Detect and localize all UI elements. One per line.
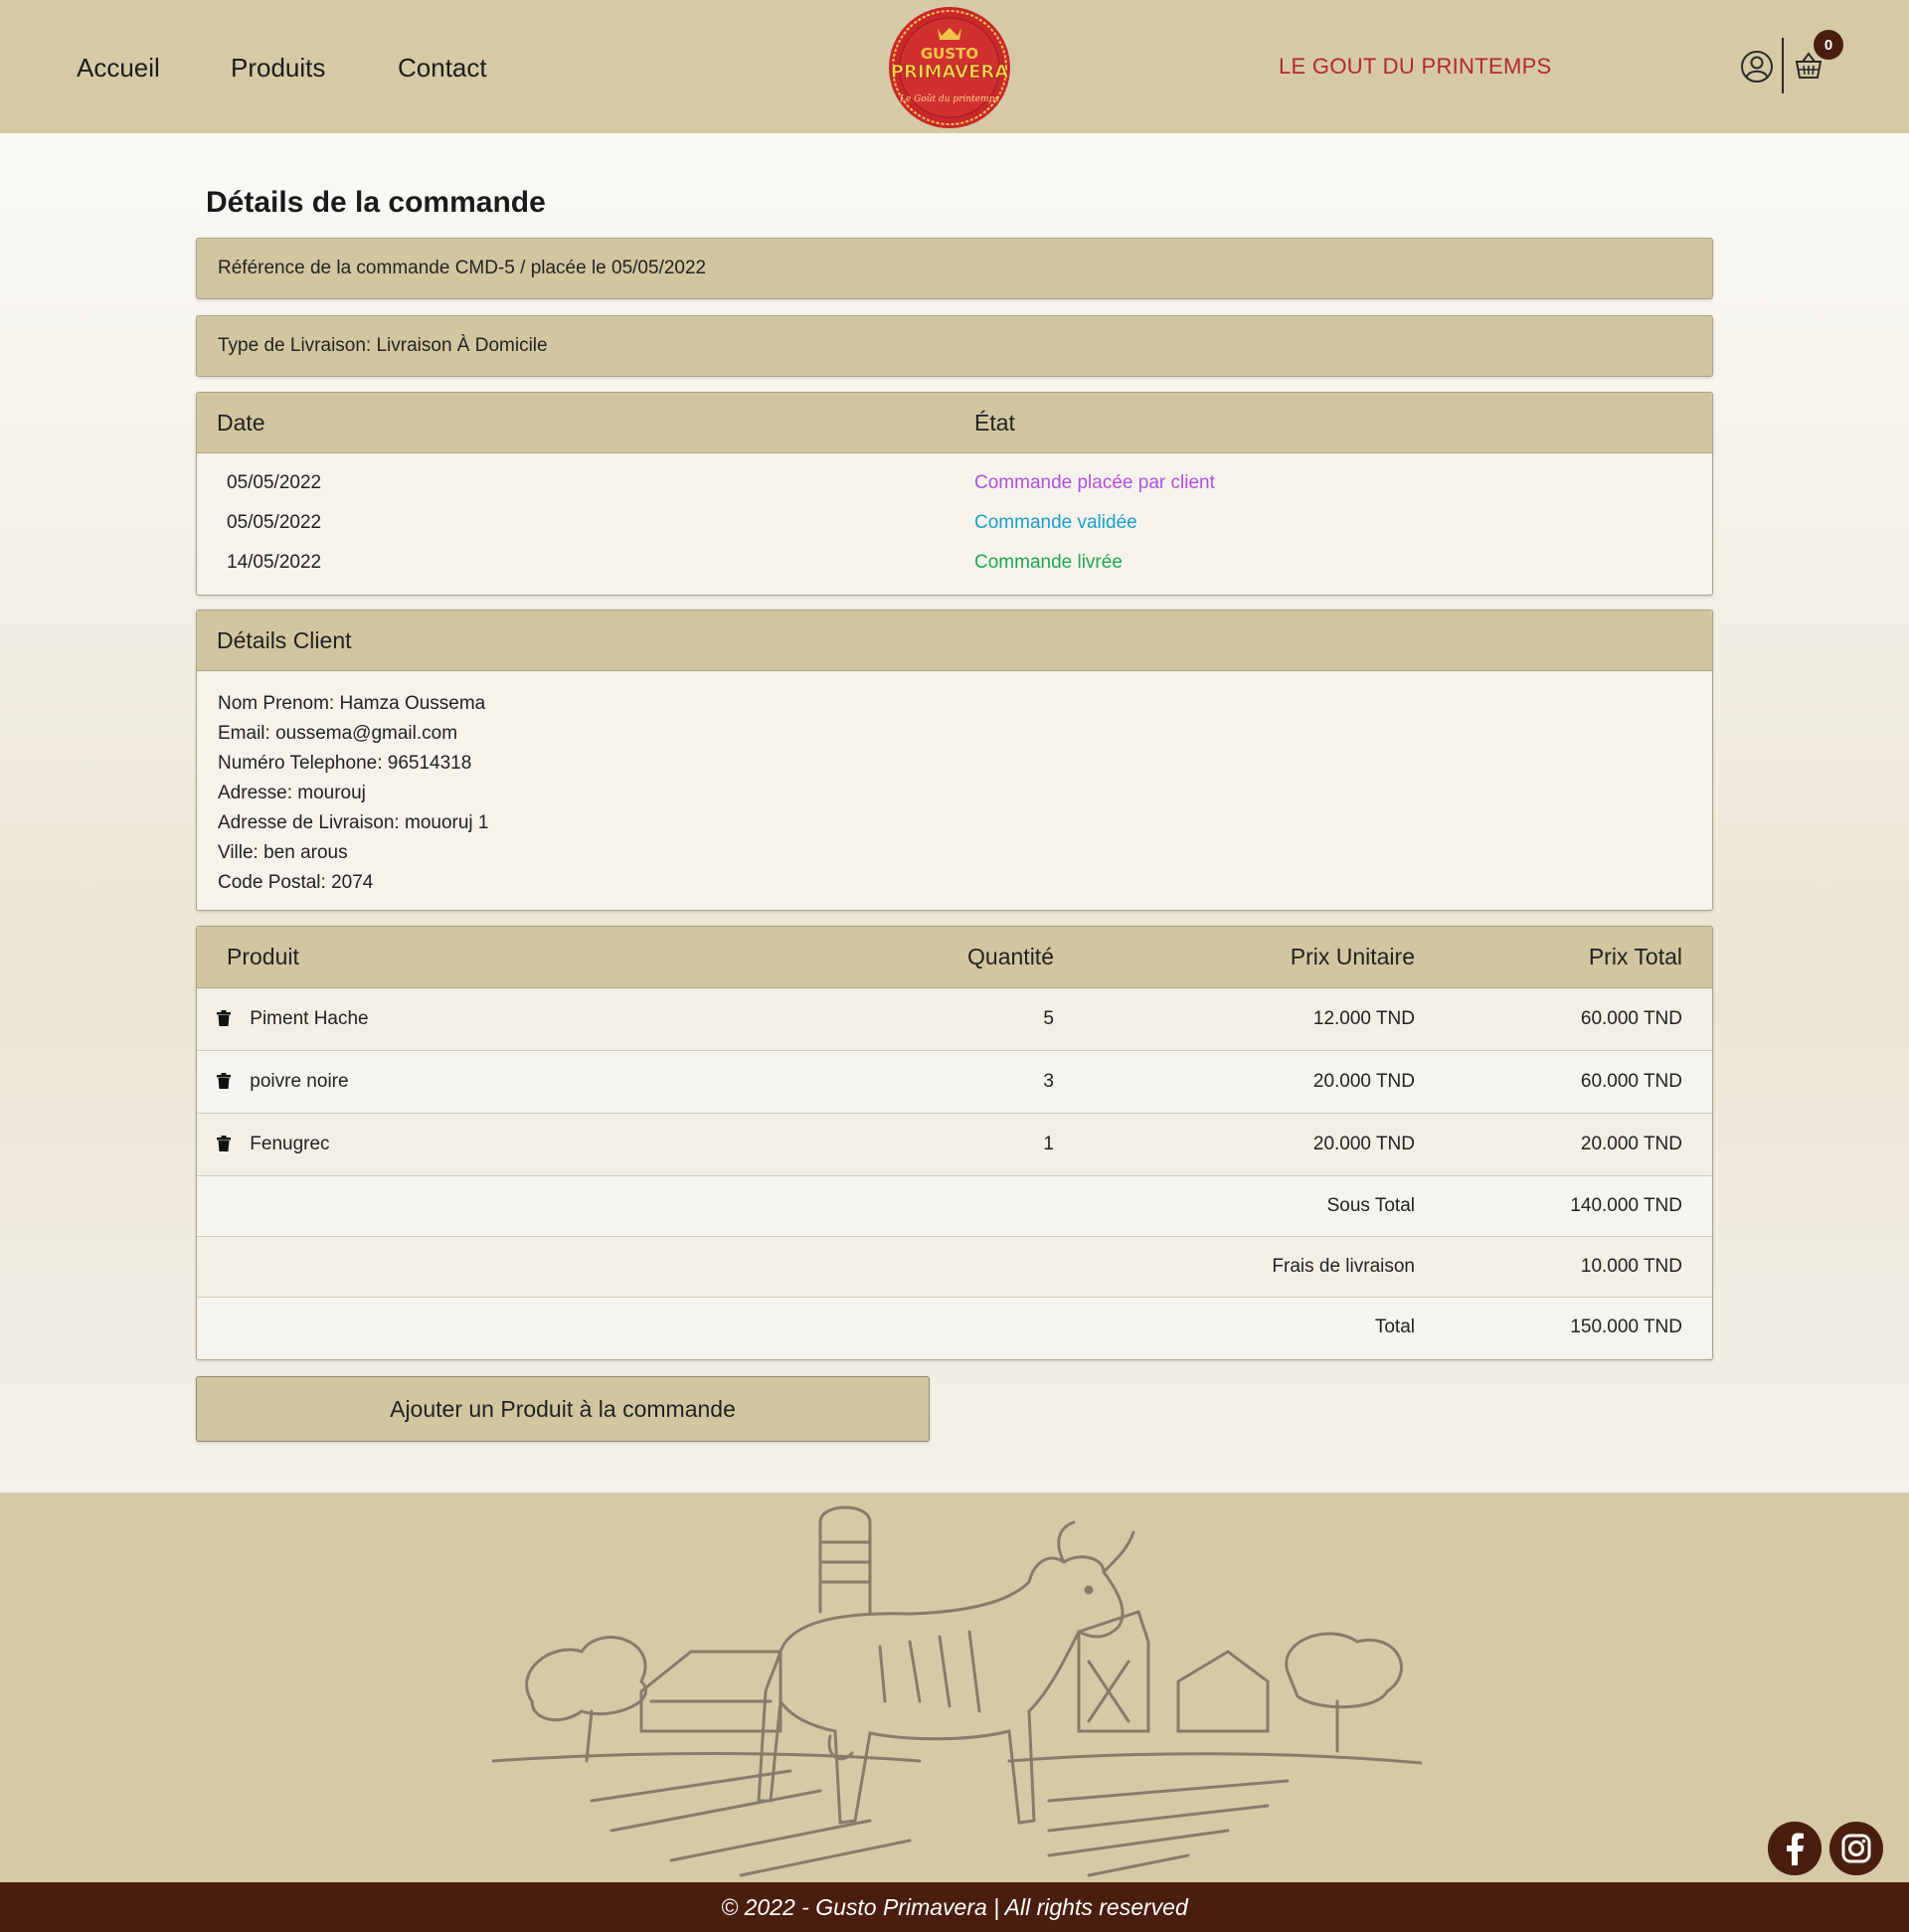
status-state: Commande validée (974, 512, 1137, 533)
products-table: Produit Quantité Prix Unitaire Prix Tota… (197, 927, 1712, 1357)
subtotal-value: 140.000 TND (1415, 1175, 1712, 1237)
status-list: 05/05/2022 Commande placée par client 05… (197, 453, 1712, 589)
product-qty: 5 (833, 987, 1054, 1051)
status-row: 14/05/2022 Commande livrée (197, 549, 1712, 589)
client-address: Adresse: mourouj (218, 783, 366, 803)
site-footer (0, 1493, 1909, 1882)
total-value: 150.000 TND (1415, 1297, 1712, 1357)
product-row: Piment Hache 5 12.000 TND 60.000 TND (197, 987, 1712, 1051)
product-qty: 1 (833, 1113, 1054, 1176)
client-phone: Numéro Telephone: 96514318 (218, 753, 472, 774)
page-title: Détails de la commande (206, 186, 546, 219)
order-details-page: Détails de la commande Référence de la c… (0, 133, 1909, 1493)
farm-cow-illustration (492, 1505, 1422, 1877)
status-date: 05/05/2022 (227, 472, 322, 493)
copyright-bar: © 2022 - Gusto Primavera | All rights re… (0, 1882, 1909, 1932)
add-product-button[interactable]: Ajouter un Produit à la commande (196, 1376, 930, 1442)
col-prix-unitaire: Prix Unitaire (1054, 927, 1415, 988)
nav-contact[interactable]: Contact (398, 52, 487, 84)
total-row: Total 150.000 TND (197, 1297, 1712, 1357)
shipping-value: 10.000 TND (1415, 1236, 1712, 1298)
product-unit-price: 20.000 TND (1054, 1113, 1415, 1176)
product-unit-price: 20.000 TND (1054, 1050, 1415, 1114)
status-date: 14/05/2022 (227, 552, 322, 573)
header-tagline: LE GOUT DU PRINTEMPS (1279, 54, 1552, 79)
nav-produits[interactable]: Produits (231, 52, 325, 84)
status-card-header: Date État (197, 393, 1712, 453)
product-unit-price: 12.000 TND (1054, 987, 1415, 1051)
shipping-row: Frais de livraison 10.000 TND (197, 1236, 1712, 1298)
client-email: Email: oussema@gmail.com (218, 723, 458, 744)
delivery-type-text: Type de Livraison: Livraison À Domicile (218, 335, 548, 356)
order-reference-text: Référence de la commande CMD-5 / placée … (218, 258, 707, 278)
total-label: Total (1054, 1297, 1415, 1357)
client-info: Nom Prenom: Hamza Oussema Email: oussema… (197, 671, 1712, 908)
client-city: Ville: ben arous (218, 842, 348, 863)
status-header-state: État (974, 409, 1015, 436)
status-state: Commande placée par client (974, 472, 1215, 493)
col-prix-total: Prix Total (1415, 927, 1712, 988)
status-row: 05/05/2022 Commande placée par client (197, 469, 1712, 509)
logo-text-ring: Le Goût du printemps (899, 93, 999, 104)
header-divider (1782, 38, 1784, 93)
client-card-title: Détails Client (217, 626, 352, 653)
product-row: Fenugrec 1 20.000 TND 20.000 TND (197, 1113, 1712, 1176)
products-table-header: Produit Quantité Prix Unitaire Prix Tota… (197, 927, 1712, 988)
product-name: Piment Hache (250, 1007, 369, 1029)
client-delivery-address: Adresse de Livraison: mouoruj 1 (218, 812, 489, 833)
client-details-card: Détails Client Nom Prenom: Hamza Oussema… (196, 610, 1713, 911)
copyright-text: © 2022 - Gusto Primavera | All rights re… (721, 1893, 1188, 1920)
user-account-icon[interactable] (1740, 50, 1774, 84)
product-row: poivre noire 3 20.000 TND 60.000 TND (197, 1050, 1712, 1114)
col-produit: Produit (197, 927, 833, 988)
logo-text-main: PRIMAVERA (891, 62, 1008, 83)
instagram-icon[interactable] (1829, 1822, 1883, 1875)
trash-icon[interactable] (217, 1009, 231, 1026)
product-total-price: 60.000 TND (1415, 987, 1712, 1051)
status-row: 05/05/2022 Commande validée (197, 509, 1712, 549)
client-name: Nom Prenom: Hamza Oussema (218, 693, 486, 714)
logo-text-top: GUSTO (921, 45, 978, 63)
nav-accueil[interactable]: Accueil (77, 52, 160, 84)
status-state: Commande livrée (974, 552, 1123, 573)
trash-icon[interactable] (217, 1135, 231, 1151)
order-reference-bar: Référence de la commande CMD-5 / placée … (196, 238, 1713, 299)
product-total-price: 60.000 TND (1415, 1050, 1712, 1114)
subtotal-row: Sous Total 140.000 TND (197, 1175, 1712, 1237)
product-name: Fenugrec (250, 1133, 330, 1154)
status-date: 05/05/2022 (227, 512, 322, 533)
trash-icon[interactable] (217, 1072, 231, 1089)
gusto-primavera-logo[interactable]: GUSTO PRIMAVERA Le Goût du printemps (888, 6, 1011, 129)
client-postal-code: Code Postal: 2074 (218, 872, 374, 893)
col-quantite: Quantité (833, 927, 1054, 988)
order-products-card: Produit Quantité Prix Unitaire Prix Tota… (196, 926, 1713, 1360)
shipping-label: Frais de livraison (1054, 1236, 1415, 1298)
facebook-icon[interactable] (1768, 1822, 1822, 1875)
site-header: Accueil Produits Contact GUSTO PRIMAVERA… (0, 0, 1909, 133)
client-card-header: Détails Client (197, 611, 1712, 671)
product-total-price: 20.000 TND (1415, 1113, 1712, 1176)
status-header-date: Date (217, 409, 265, 436)
product-qty: 3 (833, 1050, 1054, 1114)
cart-count-badge: 0 (1814, 30, 1843, 60)
product-name: poivre noire (250, 1070, 349, 1092)
delivery-type-bar: Type de Livraison: Livraison À Domicile (196, 315, 1713, 377)
subtotal-label: Sous Total (1054, 1175, 1415, 1237)
order-status-card: Date État 05/05/2022 Commande placée par… (196, 392, 1713, 596)
